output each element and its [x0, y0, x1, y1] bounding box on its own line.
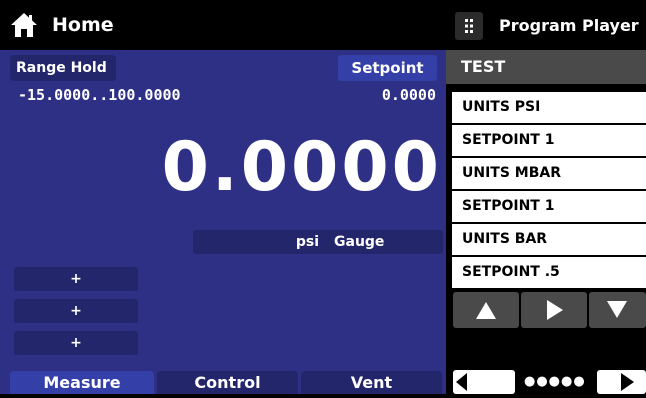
home-icon[interactable]	[10, 12, 38, 38]
range-value: -15.0000..100.0000	[18, 86, 181, 104]
setpoint-button[interactable]: Setpoint	[338, 55, 437, 81]
grid-button[interactable]	[455, 12, 483, 40]
step-up-button[interactable]	[453, 292, 519, 328]
add-function-button[interactable]: +	[14, 267, 138, 291]
add-function-button[interactable]: +	[14, 331, 138, 355]
previous-icon	[456, 373, 467, 391]
play-button[interactable]	[521, 292, 587, 328]
tab-measure[interactable]: Measure	[10, 371, 154, 394]
program-step[interactable]: SETPOINT .5	[452, 257, 646, 288]
program-step[interactable]: UNITS BAR	[452, 224, 646, 255]
page-title: Home	[52, 14, 114, 36]
program-player-title: Program Player	[499, 16, 639, 35]
add-function-button[interactable]: +	[14, 299, 138, 323]
previous-page-button[interactable]	[453, 370, 515, 394]
home-header: Home	[0, 0, 446, 50]
setpoint-value: 0.0000	[381, 86, 436, 104]
program-step[interactable]: SETPOINT 1	[452, 125, 646, 156]
range-hold-button[interactable]: Range Hold	[10, 55, 116, 81]
mode-label: Gauge	[334, 234, 385, 250]
program-step[interactable]: SETPOINT 1	[452, 191, 646, 222]
next-icon	[621, 373, 634, 391]
program-step[interactable]: UNITS PSI	[452, 92, 646, 123]
next-page-button[interactable]	[597, 370, 646, 394]
up-arrow-icon	[476, 302, 496, 319]
unit-label: psi	[295, 234, 319, 250]
pressure-reading: 0.0000	[161, 128, 442, 207]
page-indicator: ●●●●●	[524, 374, 586, 389]
step-down-button[interactable]	[589, 292, 646, 328]
program-name: TEST	[446, 50, 646, 84]
down-arrow-icon	[607, 301, 627, 318]
play-icon	[547, 300, 563, 320]
program-step[interactable]: UNITS MBAR	[452, 158, 646, 189]
grid-icon	[465, 19, 473, 33]
tab-control[interactable]: Control	[157, 371, 298, 394]
tab-vent[interactable]: Vent	[301, 371, 442, 394]
